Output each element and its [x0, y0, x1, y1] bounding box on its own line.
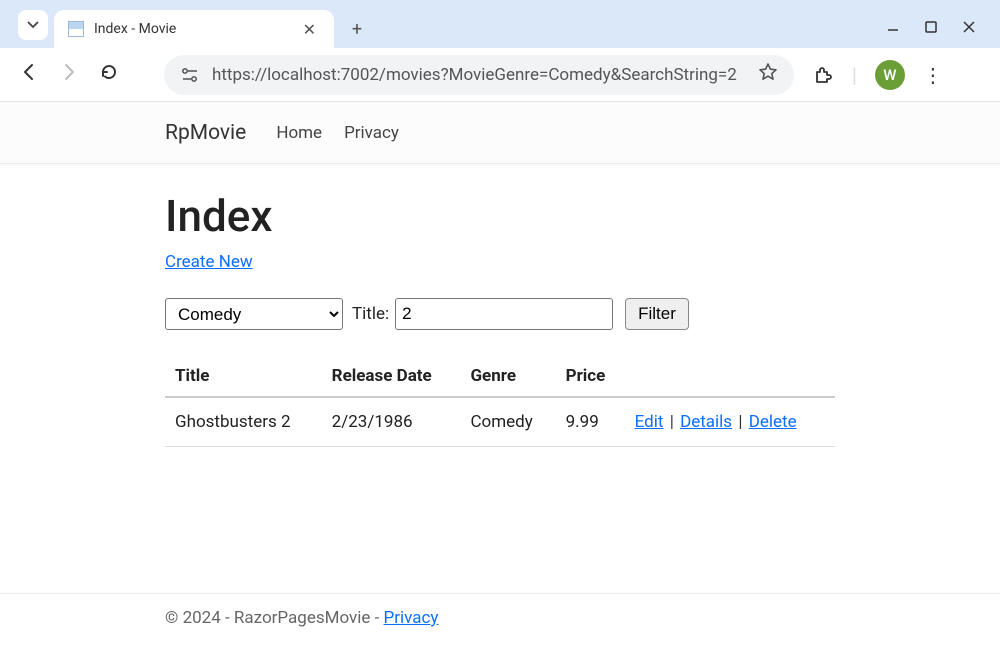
- close-window-button[interactable]: [962, 20, 976, 38]
- page-title: Index: [165, 190, 835, 242]
- reload-button[interactable]: [98, 62, 120, 87]
- cell-title: Ghostbusters 2: [165, 397, 322, 447]
- separator: |: [852, 63, 857, 87]
- cell-release-date: 2/23/1986: [322, 397, 461, 447]
- address-bar[interactable]: https://localhost:7002/movies?MovieGenre…: [164, 55, 794, 95]
- bookmark-star-icon[interactable]: [758, 62, 778, 87]
- cell-price: 9.99: [556, 397, 625, 447]
- window-controls: [886, 20, 988, 38]
- close-tab-button[interactable]: ✕: [299, 16, 320, 43]
- page-footer: © 2024 - RazorPagesMovie - Privacy: [0, 593, 1000, 628]
- brand-link[interactable]: RpMovie: [165, 121, 246, 145]
- edit-link[interactable]: Edit: [635, 412, 664, 432]
- page-content: Index Create New Comedy Title: Filter Ti…: [0, 164, 1000, 473]
- tabs-dropdown-button[interactable]: [18, 10, 48, 40]
- filter-form: Comedy Title: Filter: [165, 298, 835, 330]
- footer-text: © 2024 - RazorPagesMovie -: [165, 608, 384, 628]
- table-row: Ghostbusters 2 2/23/1986 Comedy 9.99 Edi…: [165, 397, 835, 447]
- minimize-button[interactable]: [886, 20, 900, 38]
- url-text[interactable]: https://localhost:7002/movies?MovieGenre…: [212, 65, 746, 85]
- details-link[interactable]: Details: [680, 412, 732, 432]
- browser-tab[interactable]: Index - Movie ✕: [54, 10, 334, 48]
- movies-table: Title Release Date Genre Price Ghostbust…: [165, 356, 835, 447]
- cell-actions: Edit | Details | Delete: [625, 397, 835, 447]
- filter-button[interactable]: Filter: [625, 298, 689, 330]
- nav-privacy[interactable]: Privacy: [344, 123, 399, 143]
- genre-select[interactable]: Comedy: [165, 298, 343, 330]
- pipe: |: [670, 412, 674, 432]
- col-price: Price: [556, 356, 625, 397]
- create-new-link[interactable]: Create New: [165, 252, 253, 272]
- maximize-button[interactable]: [924, 20, 938, 38]
- profile-avatar[interactable]: W: [875, 60, 905, 90]
- tab-title: Index - Movie: [94, 21, 299, 37]
- col-release-date: Release Date: [322, 356, 461, 397]
- back-button[interactable]: [18, 62, 40, 87]
- footer-privacy-link[interactable]: Privacy: [384, 608, 439, 628]
- extensions-icon[interactable]: [812, 64, 834, 86]
- title-input[interactable]: [395, 298, 613, 330]
- col-title: Title: [165, 356, 322, 397]
- cell-genre: Comedy: [460, 397, 555, 447]
- page-navbar: RpMovie Home Privacy: [0, 102, 1000, 164]
- site-settings-icon[interactable]: [180, 67, 200, 83]
- title-label: Title:: [352, 304, 389, 324]
- browser-menu-button[interactable]: ⋮: [923, 63, 943, 87]
- new-tab-button[interactable]: +: [342, 14, 372, 44]
- col-genre: Genre: [460, 356, 555, 397]
- pipe: |: [738, 412, 742, 432]
- delete-link[interactable]: Delete: [749, 412, 797, 432]
- forward-button[interactable]: [58, 62, 80, 87]
- favicon-icon: [68, 21, 84, 37]
- browser-toolbar: https://localhost:7002/movies?MovieGenre…: [0, 48, 1000, 102]
- browser-tab-strip: Index - Movie ✕ +: [0, 0, 1000, 48]
- nav-home[interactable]: Home: [276, 123, 322, 143]
- col-actions: [625, 356, 835, 397]
